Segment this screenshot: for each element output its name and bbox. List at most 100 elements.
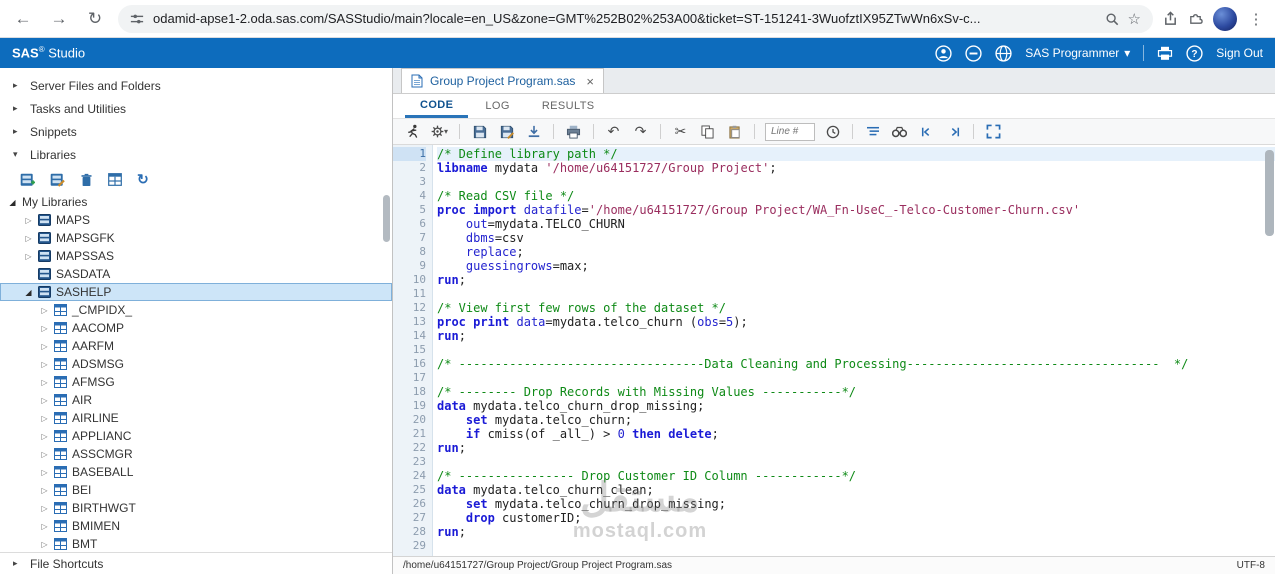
tree-item-maps[interactable]: ▷ MAPS: [0, 211, 392, 229]
tree-item-airline[interactable]: ▷ AIRLINE: [0, 409, 392, 427]
help-icon[interactable]: ?: [1186, 44, 1203, 62]
tree-item-mapsgfk[interactable]: ▷ MAPSGFK: [0, 229, 392, 247]
share-icon[interactable]: [1163, 11, 1178, 26]
maximize-view-button[interactable]: [984, 122, 1003, 142]
submission-history-button[interactable]: [823, 122, 842, 142]
sidebar-section-tasks-and-utilities[interactable]: ▸ Tasks and Utilities: [0, 97, 392, 120]
code-line[interactable]: run;: [437, 525, 1275, 539]
expander-collapsed-icon[interactable]: ▷: [40, 396, 49, 405]
reload-icon[interactable]: ↻: [82, 6, 108, 32]
undo-button[interactable]: ↶: [604, 122, 623, 142]
edit-library-button[interactable]: [50, 173, 65, 187]
back-icon[interactable]: ←: [10, 6, 36, 32]
print-button[interactable]: [564, 122, 583, 142]
shift-text-right-button[interactable]: [944, 122, 963, 142]
expander-expanded-icon[interactable]: ◢: [24, 288, 33, 297]
menu-kebab-icon[interactable]: ⋮: [1247, 10, 1265, 28]
sidebar-section-libraries[interactable]: ▾ Libraries: [0, 143, 392, 166]
code-line[interactable]: [437, 371, 1275, 385]
code-line[interactable]: [437, 455, 1275, 469]
expander-collapsed-icon[interactable]: ▷: [40, 468, 49, 477]
expander-collapsed-icon[interactable]: ▷: [24, 252, 33, 261]
refresh-icon[interactable]: ↻: [137, 171, 149, 188]
code-line[interactable]: /* Read CSV file */: [437, 189, 1275, 203]
expander-collapsed-icon[interactable]: ▷: [40, 522, 49, 531]
expander-collapsed-icon[interactable]: ▷: [40, 486, 49, 495]
code-line[interactable]: /* ----------------------------------Dat…: [437, 357, 1275, 371]
code-line[interactable]: run;: [437, 329, 1275, 343]
tree-item-asscmgr[interactable]: ▷ ASSCMGR: [0, 445, 392, 463]
tree-item-sasdata[interactable]: SASDATA: [0, 265, 392, 283]
submit-options-button[interactable]: ▾: [430, 122, 449, 142]
tree-item-sashelp[interactable]: ◢ SASHELP: [0, 283, 392, 301]
code-line[interactable]: proc import datafile='/home/u64151727/Gr…: [437, 203, 1275, 217]
print-icon[interactable]: [1157, 46, 1173, 61]
editor-scrollbar-thumb[interactable]: [1265, 150, 1274, 236]
table-view-button[interactable]: [108, 173, 122, 186]
code-line[interactable]: libname mydata '/home/u64151727/Group Pr…: [437, 161, 1275, 175]
expander-collapsed-icon[interactable]: ▸: [13, 103, 21, 114]
sidebar-section-file-shortcuts[interactable]: ▸ File Shortcuts: [0, 552, 392, 574]
forward-icon[interactable]: →: [46, 6, 72, 32]
new-library-button[interactable]: [20, 173, 35, 187]
tree-item-bmimen[interactable]: ▷ BMIMEN: [0, 517, 392, 535]
tab-log[interactable]: LOG: [470, 94, 524, 118]
copy-button[interactable]: [698, 122, 717, 142]
cut-button[interactable]: ✂: [671, 122, 690, 142]
code-line[interactable]: dbms=csv: [437, 231, 1275, 245]
tab-results[interactable]: RESULTS: [527, 94, 610, 118]
tree-item-air[interactable]: ▷ AIR: [0, 391, 392, 409]
role-dropdown[interactable]: SAS Programmer ▾: [1025, 46, 1130, 60]
save-button[interactable]: [470, 122, 489, 142]
format-code-button[interactable]: [863, 122, 882, 142]
extensions-icon[interactable]: [1188, 11, 1203, 26]
tree-item-bei[interactable]: ▷ BEI: [0, 481, 392, 499]
code-line[interactable]: run;: [437, 441, 1275, 455]
shift-text-left-button[interactable]: [917, 122, 936, 142]
tree-item--cmpidx-[interactable]: ▷ _CMPIDX_: [0, 301, 392, 319]
tree-item-adsmsg[interactable]: ▷ ADSMSG: [0, 355, 392, 373]
code-line[interactable]: [437, 287, 1275, 301]
document-tab[interactable]: Group Project Program.sas ×: [401, 68, 604, 93]
expander-expanded-icon[interactable]: ▾: [13, 149, 21, 160]
code-line[interactable]: data mydata.telco_churn_drop_missing;: [437, 399, 1275, 413]
account-icon[interactable]: [935, 44, 952, 62]
search-icon[interactable]: [1105, 12, 1119, 26]
tree-item-aarfm[interactable]: ▷ AARFM: [0, 337, 392, 355]
code-editor[interactable]: 1 2 3 4 5 6 7 8 9 10 11 12 13 14 15 16 17 18 19 20 21 22 23 24 2…: [393, 145, 1275, 556]
code-line[interactable]: [437, 539, 1275, 553]
paste-button[interactable]: [725, 122, 744, 142]
tree-item-baseball[interactable]: ▷ BASEBALL: [0, 463, 392, 481]
code-line[interactable]: data mydata.telco_churn_clean;: [437, 483, 1275, 497]
expander-collapsed-icon[interactable]: ▷: [24, 216, 33, 225]
delete-icon[interactable]: [80, 173, 93, 187]
sidebar-scrollbar-thumb[interactable]: [383, 195, 390, 242]
save-as-button[interactable]: [497, 122, 516, 142]
close-icon[interactable]: ×: [582, 74, 594, 89]
download-button[interactable]: [524, 122, 543, 142]
redo-button[interactable]: ↷: [631, 122, 650, 142]
sign-out-button[interactable]: Sign Out: [1216, 46, 1263, 60]
expander-collapsed-icon[interactable]: ▷: [40, 378, 49, 387]
expander-collapsed-icon[interactable]: ▷: [40, 342, 49, 351]
sidebar-section-snippets[interactable]: ▸ Snippets: [0, 120, 392, 143]
code-line[interactable]: [437, 343, 1275, 357]
tree-item-bmt[interactable]: ▷ BMT: [0, 535, 392, 552]
globe-icon[interactable]: [995, 44, 1012, 62]
expander-collapsed-icon[interactable]: ▷: [40, 414, 49, 423]
site-info-icon[interactable]: [130, 12, 144, 26]
profile-avatar[interactable]: [1213, 6, 1237, 31]
expander-collapsed-icon[interactable]: ▸: [13, 126, 21, 137]
tab-code[interactable]: CODE: [405, 94, 469, 118]
code-line[interactable]: set mydata.telco_churn_drop_missing;: [437, 497, 1275, 511]
tree-item-birthwgt[interactable]: ▷ BIRTHWGT: [0, 499, 392, 517]
url-text[interactable]: odamid-apse1-2.oda.sas.com/SASStudio/mai…: [153, 11, 1096, 26]
code-line[interactable]: /* Define library path */: [437, 147, 1275, 161]
code-line[interactable]: drop customerID;: [437, 511, 1275, 525]
code-line[interactable]: run;: [437, 273, 1275, 287]
expander-collapsed-icon[interactable]: ▷: [40, 306, 49, 315]
expander-collapsed-icon[interactable]: ▸: [13, 558, 21, 569]
expander-collapsed-icon[interactable]: ▷: [40, 324, 49, 333]
expander-collapsed-icon[interactable]: ▷: [40, 360, 49, 369]
code-line[interactable]: /* ---------------- Drop Customer ID Col…: [437, 469, 1275, 483]
